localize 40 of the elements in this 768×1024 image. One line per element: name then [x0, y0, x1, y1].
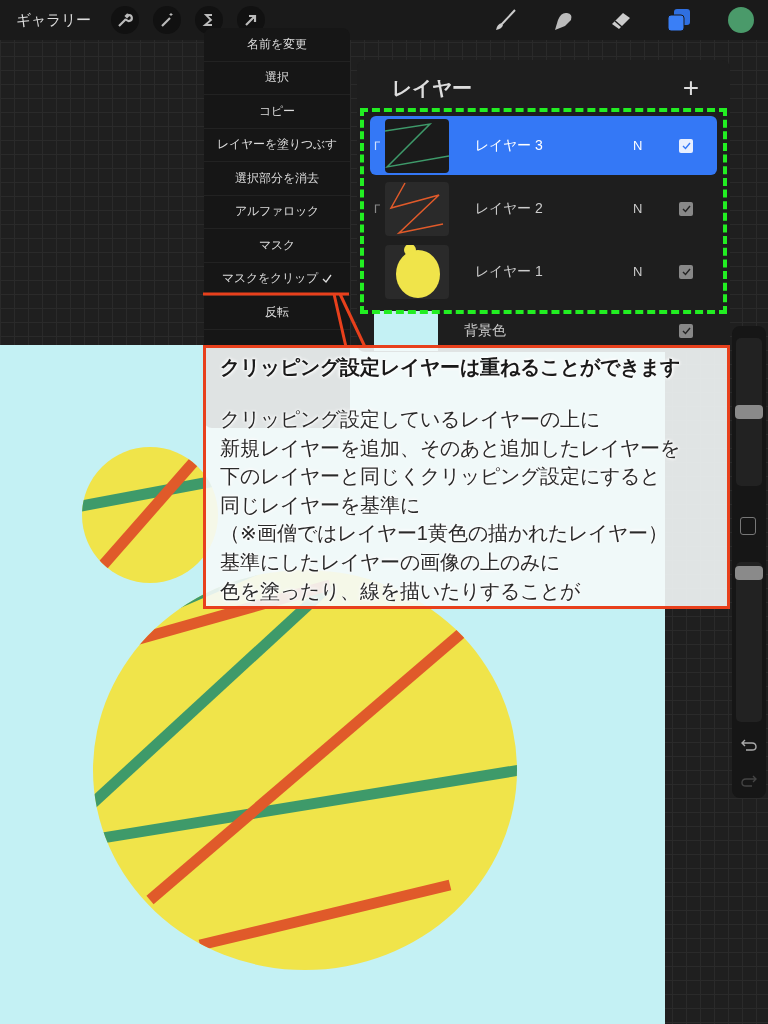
wrench-icon[interactable] [111, 6, 139, 34]
brush-size-slider[interactable] [735, 405, 763, 419]
layer-thumbnail [385, 244, 449, 299]
layer-name: レイヤー 2 [474, 199, 544, 218]
layer-row[interactable]: レイヤー 1 N [370, 242, 717, 301]
layers-icon[interactable] [666, 7, 692, 33]
check-icon [322, 274, 332, 284]
menu-item[interactable]: マスク [204, 229, 350, 263]
visibility-checkbox[interactable] [679, 264, 693, 279]
visibility-checkbox[interactable] [679, 201, 693, 216]
menu-item[interactable]: 名前を変更 [204, 28, 350, 62]
menu-item[interactable]: マスクをクリップ [204, 262, 350, 296]
layer-row[interactable]: レイヤー 2 N [370, 179, 717, 238]
layer-thumbnail [385, 118, 449, 173]
panel-title: レイヤー [392, 75, 472, 101]
add-layer-button[interactable]: + [682, 74, 699, 102]
gallery-button[interactable]: ギャラリー [16, 10, 91, 30]
annotation-text: クリッピング設定しているレイヤーの上に 新規レイヤーを追加、そのあと追加したレイヤーを 下のレイヤーと同じくクリッピング設定にすると 同じレイヤーを基準に （※画僧ではレイヤー1黄色の描かれたレイヤー） 基準にしたレイヤーの画像の上のみに 色を塗ったり、線を描いたりすることが [220, 407, 681, 604]
magic-wand-icon[interactable] [153, 6, 181, 34]
menu-item[interactable]: レイヤーを塗りつぶす [204, 128, 350, 162]
annotation-title: クリッピング設定レイヤーは重ねることができます [220, 355, 681, 380]
undo-icon[interactable] [741, 738, 757, 752]
visibility-checkbox[interactable] [679, 324, 693, 338]
color-swatch[interactable] [728, 7, 754, 33]
layer-name: レイヤー 3 [474, 136, 544, 155]
layer-name: 背景色 [463, 322, 507, 340]
modify-button[interactable] [740, 517, 756, 535]
opacity-slider[interactable] [735, 566, 763, 581]
blend-mode[interactable]: N [633, 201, 679, 216]
layer-thumbnail [385, 181, 449, 236]
layer-row[interactable]: レイヤー 3 N [370, 116, 717, 175]
visibility-checkbox[interactable] [679, 138, 693, 153]
menu-item[interactable]: アルファロック [204, 195, 350, 229]
menu-item[interactable]: 選択 [204, 61, 350, 95]
blend-mode[interactable]: N [633, 264, 679, 279]
blend-mode[interactable]: N [633, 138, 679, 153]
layer-name: レイヤー 1 [474, 262, 544, 281]
menu-item[interactable]: 反転 [204, 296, 350, 330]
menu-item[interactable]: コピー [204, 95, 350, 129]
menu-item[interactable]: 選択部分を消去 [204, 162, 350, 196]
